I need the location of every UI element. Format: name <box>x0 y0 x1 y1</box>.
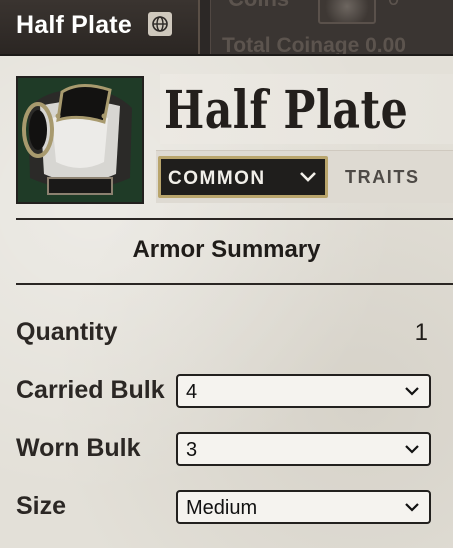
worn-bulk-label: Worn Bulk <box>16 434 141 462</box>
carried-bulk-select[interactable]: 4 <box>176 374 431 408</box>
worn-bulk-value: 3 <box>186 439 198 461</box>
chevron-down-icon <box>405 503 419 512</box>
window-header: Half Plate Coins 0 Total Coinage 0.00 <box>0 0 453 54</box>
carried-bulk-label: Carried Bulk <box>16 376 165 404</box>
background-coins-label: Coins <box>228 0 289 12</box>
divider <box>16 283 453 285</box>
coin-stack-icon <box>318 0 376 24</box>
quantity-label: Quantity <box>16 318 118 346</box>
item-name-field[interactable]: Half Plate <box>160 74 453 144</box>
item-name: Half Plate <box>164 80 409 141</box>
size-value: Medium <box>186 497 258 519</box>
chevron-down-icon <box>300 172 316 182</box>
divider <box>16 218 453 220</box>
item-portrait[interactable] <box>16 76 144 204</box>
worn-bulk-select[interactable]: 3 <box>176 432 431 466</box>
chevron-down-icon <box>405 445 419 454</box>
title-bar[interactable]: Half Plate <box>0 0 200 54</box>
size-select[interactable]: Medium <box>176 490 431 524</box>
background-coins-value: 0 <box>388 0 399 11</box>
quantity-value[interactable]: 1 <box>415 319 428 347</box>
globe-icon[interactable] <box>148 12 172 36</box>
rarity-value: COMMON <box>168 168 266 189</box>
background-total-coinage: Total Coinage 0.00 <box>222 34 406 54</box>
traits-label[interactable]: TRAITS <box>345 167 420 188</box>
section-title: Armor Summary <box>132 236 321 263</box>
armor-breastplate-icon <box>18 78 142 202</box>
chevron-down-icon <box>405 387 419 396</box>
size-label: Size <box>16 492 67 520</box>
window-title: Half Plate <box>16 11 132 39</box>
carried-bulk-value: 4 <box>186 381 198 403</box>
rarity-select[interactable]: COMMON <box>158 156 328 198</box>
